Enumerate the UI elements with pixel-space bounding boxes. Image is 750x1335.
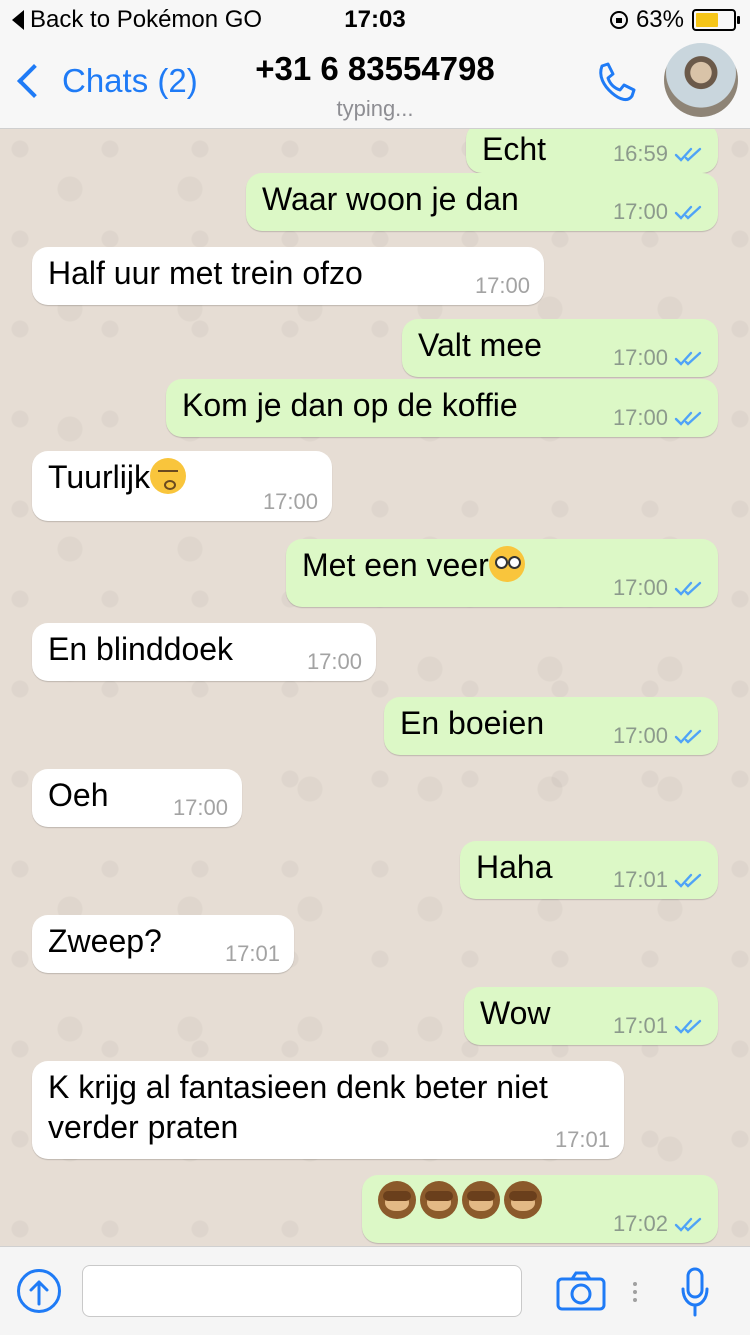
outgoing-message[interactable]: Wow 17:01: [464, 987, 718, 1045]
incoming-message[interactable]: En blinddoek 17:00: [32, 623, 376, 681]
message-text-line: En blinddoek: [48, 631, 234, 667]
message-text: K krijg al fantasieen denk beter niet: [48, 1067, 610, 1107]
share-upload-button[interactable]: [17, 1269, 61, 1313]
message-time: 17:01: [224, 941, 280, 966]
message-list[interactable]: Echt 16:59 Waar woon je dan 17:00 Half uur m…: [0, 129, 750, 1245]
battery-fill: [696, 13, 718, 27]
double-check-icon: [674, 581, 702, 596]
chat-header: Chats (2) +31 6 83554798 typing...: [0, 40, 750, 129]
message-time: 17:00: [172, 795, 228, 820]
outgoing-message[interactable]: Valt mee 17:00: [402, 319, 718, 377]
message-meta: 17:00: [613, 405, 704, 431]
incoming-message[interactable]: K krijg al fantasieen denk beter niet ver…: [32, 1061, 624, 1159]
speak-no-evil-monkey-icon: [420, 1181, 458, 1219]
message-time: 17:00: [306, 649, 362, 674]
message-text-line: Waar woon je dan: [262, 181, 519, 217]
message-time: 17:01: [554, 1127, 610, 1152]
message-time: 17:02: [612, 1211, 668, 1236]
message-time: 17:01: [612, 867, 668, 892]
message-meta: 17:00: [307, 649, 362, 675]
phone-icon[interactable]: [592, 60, 638, 106]
outgoing-message[interactable]: Echt 16:59: [466, 129, 718, 173]
message-text-line: Tuurlijk: [48, 459, 150, 495]
battery-icon: [692, 9, 740, 31]
outgoing-message[interactable]: En boeien 17:00: [384, 697, 718, 755]
double-check-icon: [674, 147, 702, 162]
avatar[interactable]: [664, 43, 738, 117]
message-text-line: Zweep?: [48, 923, 162, 959]
message-time: 16:59: [612, 141, 668, 166]
battery-percent: 63%: [635, 6, 684, 33]
message-meta: 17:00: [263, 489, 318, 515]
message-text-line: Oeh: [48, 777, 109, 813]
input-bar: [0, 1246, 750, 1335]
message-meta: 17:00: [475, 273, 530, 299]
message-text-line: Kom je dan op de koffie: [182, 387, 518, 423]
incoming-message[interactable]: Tuurlijk 17:00: [32, 451, 332, 521]
incoming-message[interactable]: Half uur met trein ofzo 17:00: [32, 247, 544, 305]
message-text-line: Wow: [480, 995, 551, 1031]
double-check-icon: [674, 205, 702, 220]
double-check-icon: [674, 351, 702, 366]
microphone-icon[interactable]: [680, 1267, 710, 1317]
camera-icon[interactable]: [556, 1271, 606, 1311]
speak-no-evil-monkey-icon: [462, 1181, 500, 1219]
message-meta: 17:02: [613, 1211, 704, 1237]
message-meta: 17:00: [613, 575, 704, 601]
message-time: 17:01: [612, 1013, 668, 1038]
status-right: 63%: [609, 6, 740, 34]
outgoing-message[interactable]: 17:02: [362, 1175, 718, 1243]
message-text: Half uur met trein ofzo: [48, 253, 530, 293]
double-check-icon: [674, 873, 702, 888]
message-input[interactable]: [82, 1265, 522, 1317]
message-meta: 17:01: [613, 1013, 704, 1039]
message-time: 17:00: [612, 575, 668, 600]
double-check-icon: [674, 411, 702, 426]
message-meta: 17:00: [613, 723, 704, 749]
status-bar: Back to Pokémon GO 17:03 63%: [0, 0, 750, 40]
rotation-lock-icon: [609, 11, 628, 29]
share-upload-icon: [29, 1280, 49, 1306]
message-meta: 17:00: [613, 345, 704, 371]
message-text-line: K krijg al fantasieen denk beter niet: [48, 1069, 548, 1105]
incoming-message[interactable]: Zweep? 17:01: [32, 915, 294, 973]
more-dots-icon[interactable]: [632, 1281, 638, 1303]
message-meta: 17:01: [555, 1127, 610, 1153]
message-text-line: Echt: [482, 131, 547, 167]
message-time: 17:00: [612, 345, 668, 370]
outgoing-message[interactable]: Haha 17:01: [460, 841, 718, 899]
message-time: 17:00: [612, 405, 668, 430]
message-meta: 17:00: [173, 795, 228, 821]
message-meta: 17:01: [613, 867, 704, 893]
flushed-face-emoji-icon: [488, 546, 525, 582]
message-text-line: Met een veer: [302, 547, 489, 583]
speak-no-evil-monkey-icon: [504, 1181, 542, 1219]
double-check-icon: [674, 1019, 702, 1034]
message-time: 17:00: [612, 199, 668, 224]
speak-no-evil-monkey-icon: [378, 1181, 416, 1219]
double-check-icon: [674, 1217, 702, 1232]
message-time: 17:00: [612, 723, 668, 748]
message-meta: 16:59: [613, 141, 704, 167]
message-time: 17:00: [474, 273, 530, 298]
message-text-line: verder praten: [48, 1109, 239, 1145]
message-text-line: Haha: [476, 849, 553, 885]
outgoing-message[interactable]: Kom je dan op de koffie 17:00: [166, 379, 718, 437]
incoming-message[interactable]: Oeh 17:00: [32, 769, 242, 827]
message-text-line: Valt mee: [418, 327, 542, 363]
outgoing-message[interactable]: Waar woon je dan 17:00: [246, 173, 718, 231]
message-text-line: En boeien: [400, 705, 545, 741]
outgoing-message[interactable]: Met een veer 17:00: [286, 539, 718, 607]
message-time: 17:00: [262, 489, 318, 514]
message-text-line: Half uur met trein ofzo: [48, 255, 363, 291]
kissing-face-emoji-icon: [149, 458, 186, 494]
double-check-icon: [674, 729, 702, 744]
message-meta: 17:00: [613, 199, 704, 225]
message-meta: 17:01: [225, 941, 280, 967]
